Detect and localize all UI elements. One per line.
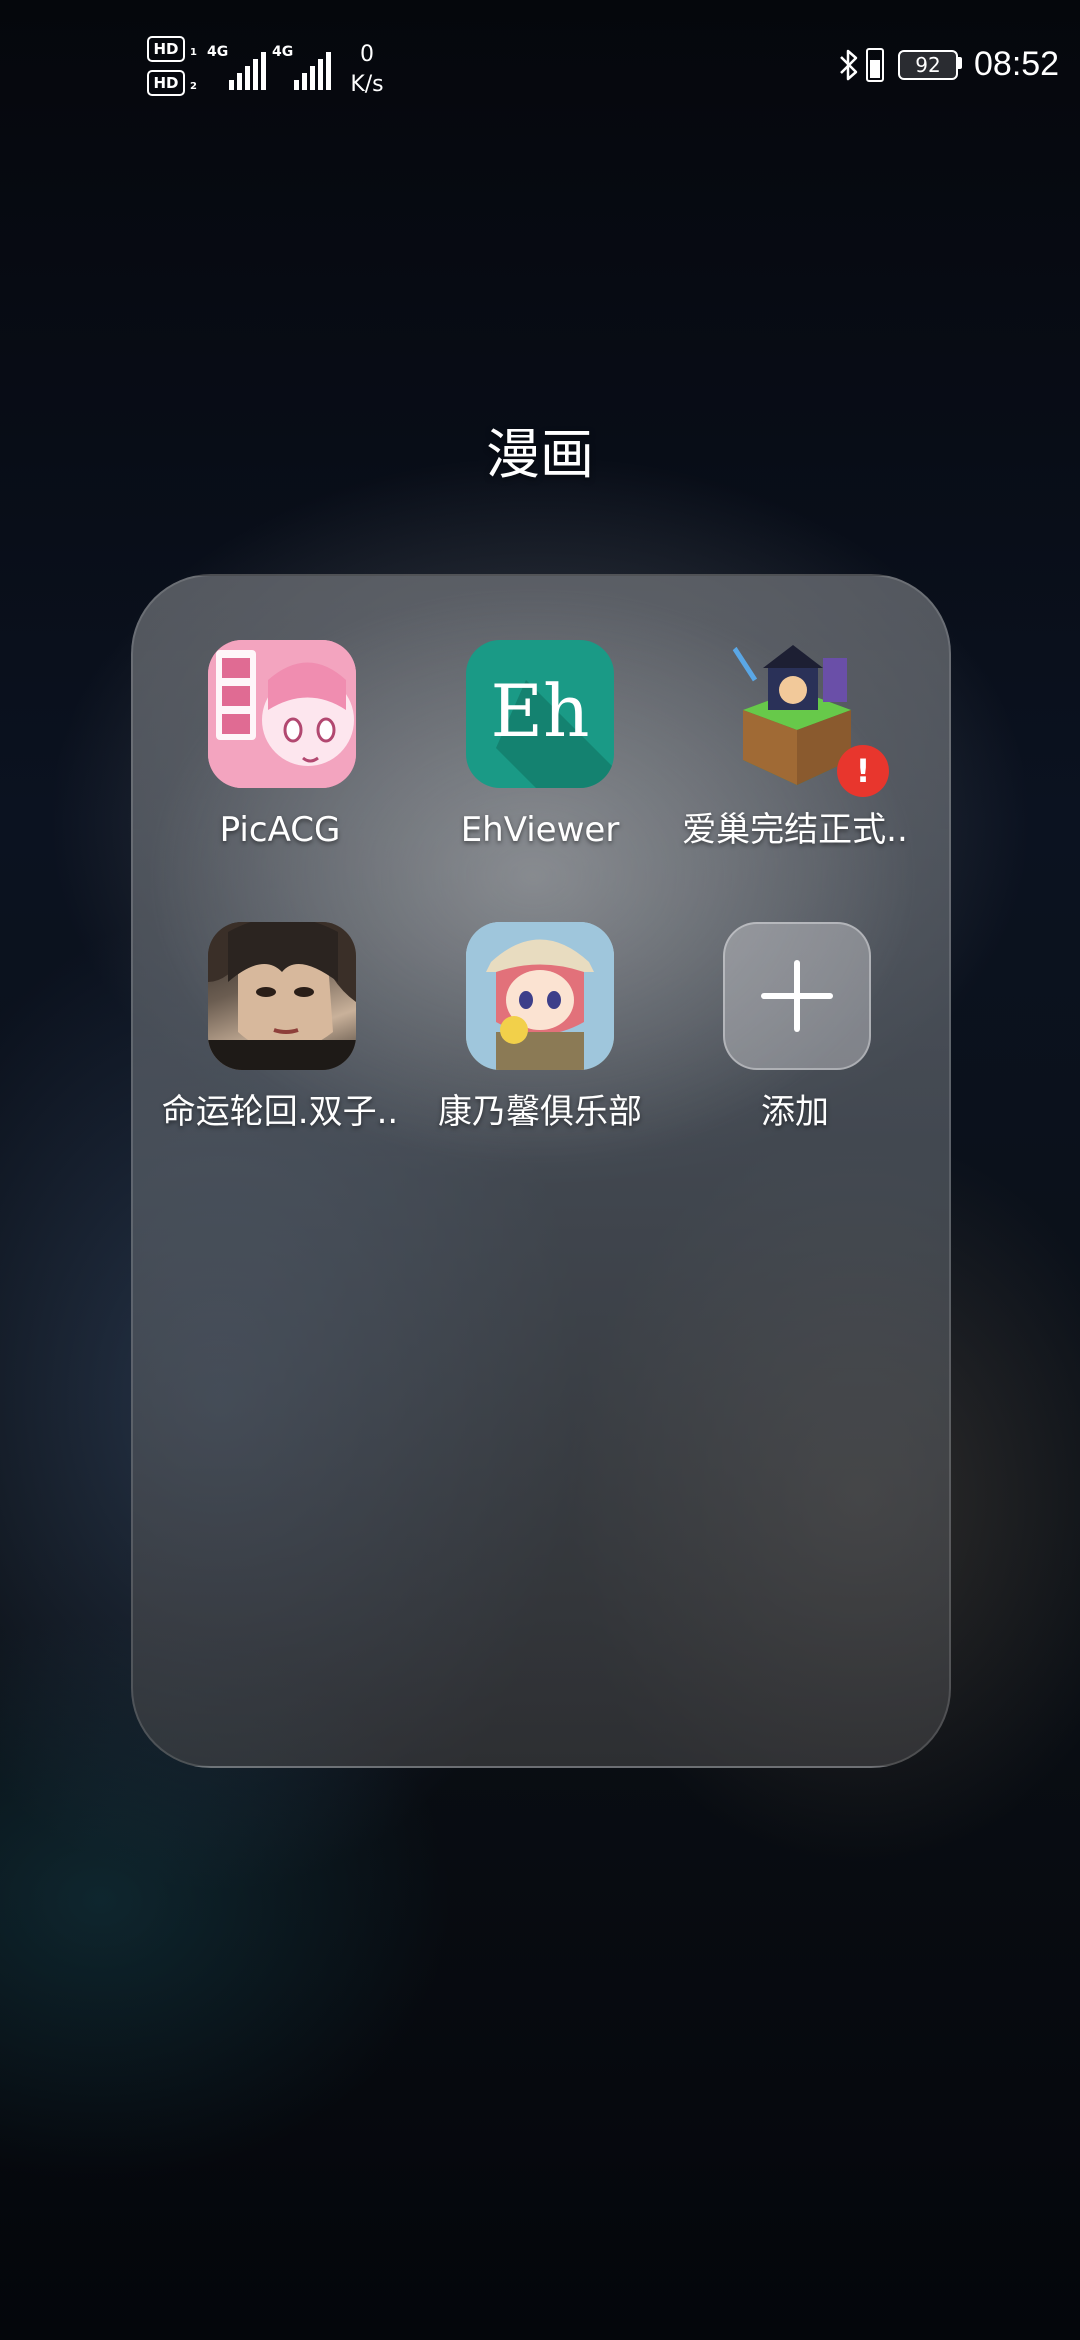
ehviewer-icon-text: Eh (491, 669, 590, 753)
mingyun-icon (208, 922, 356, 1070)
kangnaixin-icon (466, 922, 614, 1070)
app-label: 添加 (761, 1092, 829, 1132)
bluetooth-icon (840, 49, 858, 81)
status-bar: HD 1 HD 2 4G 4G 0 K/s 92 08:52 (0, 0, 1080, 140)
battery-saver-icon (866, 48, 884, 82)
app-ehviewer[interactable]: Eh EhViewer (410, 640, 670, 870)
sim1-index: 1 (190, 47, 197, 58)
picacg-icon (208, 640, 356, 788)
hd-voice-sim1-icon: HD 1 (147, 36, 197, 62)
plus-icon (723, 922, 871, 1070)
app-label: EhViewer (460, 810, 620, 850)
signal-sim1-icon: 4G (207, 44, 267, 94)
sim2-index: 2 (190, 81, 197, 92)
clock: 08:52 (974, 45, 1060, 83)
app-mingyun[interactable]: 命运轮回.双子.. (150, 922, 410, 1152)
signal-sim2-icon: 4G (272, 44, 332, 94)
network-type-label: 4G (272, 44, 294, 60)
network-speed: 0 K/s (342, 40, 392, 100)
status-right: 92 08:52 (838, 42, 1059, 86)
ehviewer-icon: Eh (466, 640, 614, 788)
app-label: 康乃馨俱乐部 (438, 1092, 642, 1132)
folder-title[interactable]: 漫画 (0, 420, 1080, 490)
net-speed-value: 0 (360, 42, 374, 67)
app-label: 命运轮回.双子.. (161, 1092, 399, 1132)
signal-bars (294, 52, 334, 90)
hd-label: HD (153, 40, 179, 58)
app-picacg[interactable]: PicACG (150, 640, 410, 870)
app-kangnaixin[interactable]: 康乃馨俱乐部 (410, 922, 670, 1152)
app-aichao[interactable]: 爱巢完结正式.. (665, 640, 925, 870)
battery-tip (958, 57, 962, 69)
notification-badge: ! (837, 745, 889, 797)
network-type-label: 4G (207, 44, 229, 60)
app-label: PicACG (219, 810, 341, 850)
add-app-button[interactable]: 添加 (665, 922, 925, 1152)
net-speed-unit: K/s (350, 72, 384, 97)
app-label: 爱巢完结正式.. (682, 810, 908, 850)
battery-level: 92 (915, 53, 941, 77)
battery-icon: 92 (898, 50, 958, 80)
hd-label: HD (153, 74, 179, 92)
signal-bars (229, 52, 269, 90)
hd-voice-sim2-icon: HD 2 (147, 70, 197, 96)
